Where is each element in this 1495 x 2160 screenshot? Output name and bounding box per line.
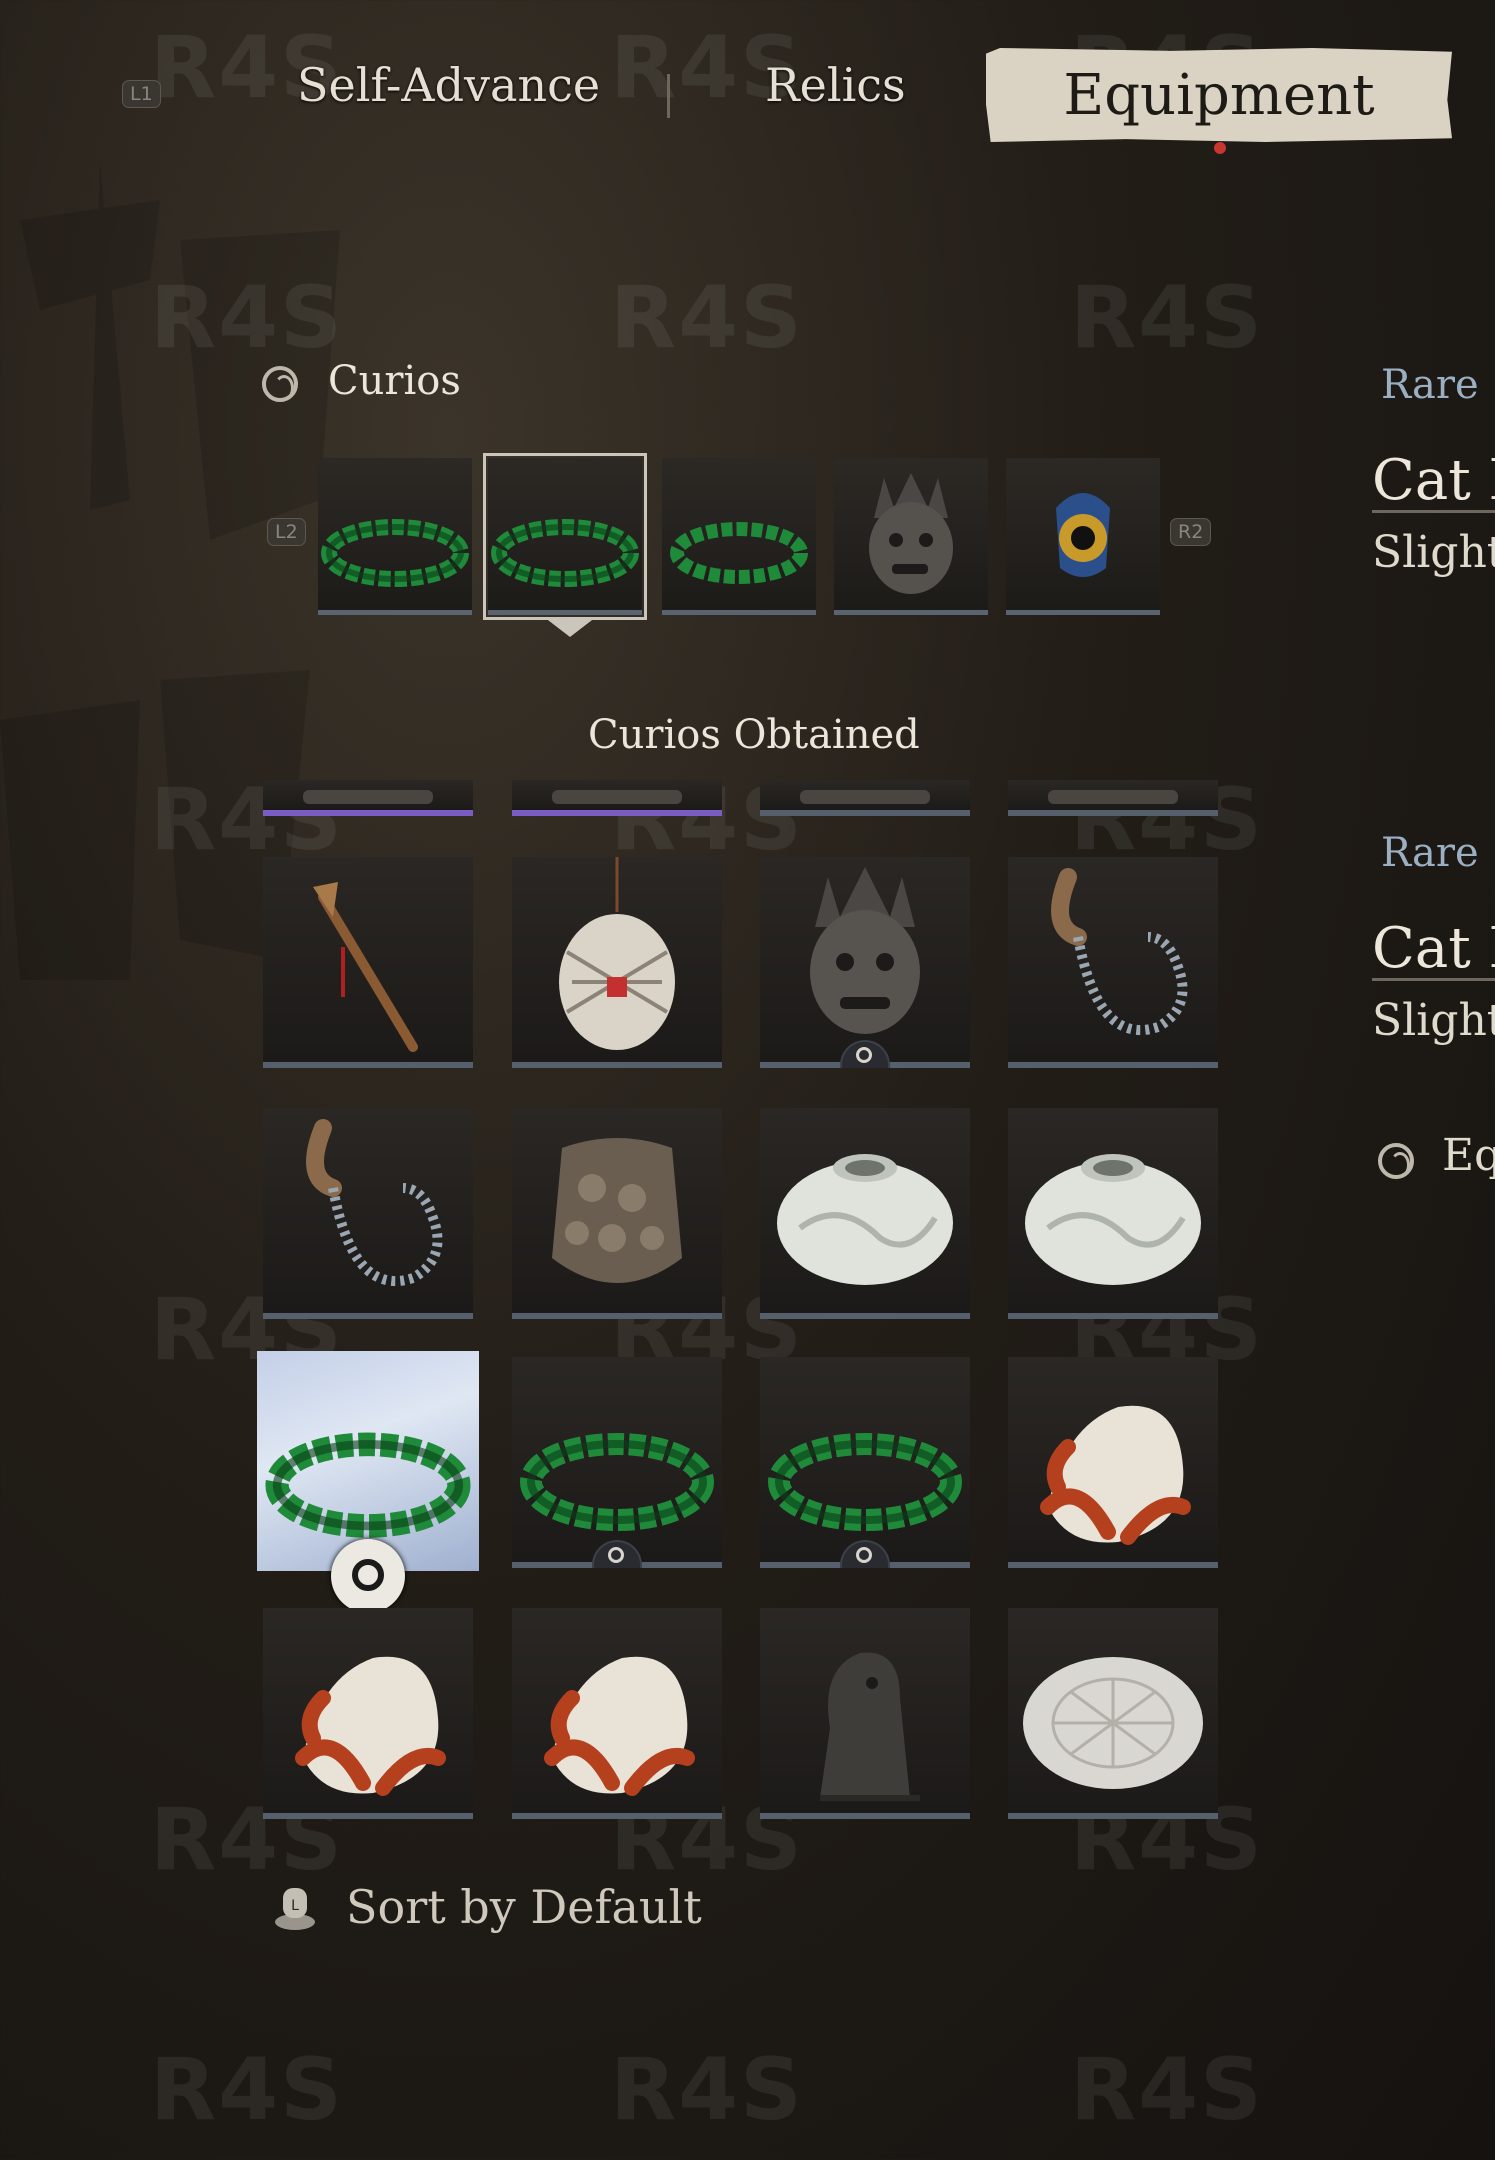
watermark: R4S bbox=[1070, 2040, 1264, 2140]
item-name: Cat E bbox=[1372, 916, 1495, 981]
equipped-slot-1[interactable] bbox=[318, 458, 472, 615]
sort-by-default-button[interactable]: Sort by Default bbox=[346, 1880, 702, 1934]
curio-cell[interactable] bbox=[760, 780, 970, 816]
item-description: Slightl bbox=[1372, 527, 1495, 578]
tab-self-advance[interactable]: Self-Advance bbox=[297, 58, 600, 112]
rarity-label: Rare bbox=[1381, 830, 1479, 876]
unknown-partial-icon bbox=[800, 790, 930, 804]
curio-cell[interactable] bbox=[512, 857, 722, 1068]
r2-button-hint: R2 bbox=[1170, 518, 1212, 546]
watermark: R4S bbox=[150, 268, 344, 368]
centipede-hook-icon bbox=[306, 1119, 443, 1287]
woven-lantern-icon bbox=[559, 857, 675, 1050]
curio-cell[interactable] bbox=[760, 1357, 970, 1568]
equipped-slot-3[interactable] bbox=[662, 458, 816, 615]
prayer-beads-icon bbox=[491, 519, 639, 587]
curio-cell[interactable] bbox=[1008, 1357, 1218, 1568]
watermark: R4S bbox=[1070, 268, 1264, 368]
item-name: Cat E bbox=[1372, 448, 1495, 513]
prayer-beads-icon bbox=[321, 519, 469, 587]
centipede-hook-icon bbox=[1051, 868, 1188, 1036]
item-description: Slightl bbox=[1372, 995, 1495, 1046]
curio-cell[interactable] bbox=[263, 857, 473, 1068]
demon-mask-icon bbox=[869, 473, 953, 594]
equipped-slot-4[interactable] bbox=[834, 458, 988, 615]
equipped-slot-5[interactable] bbox=[1006, 458, 1160, 615]
unknown-partial-icon bbox=[303, 790, 433, 804]
curio-cell[interactable] bbox=[512, 1608, 722, 1819]
tab-relics[interactable]: Relics bbox=[765, 58, 906, 112]
item-name-underline bbox=[1372, 978, 1495, 981]
curio-cell[interactable] bbox=[512, 1108, 722, 1319]
bronze-beast-icon bbox=[820, 1652, 920, 1801]
curio-cell[interactable] bbox=[512, 1357, 722, 1568]
coral-carving-icon bbox=[1040, 1405, 1191, 1545]
watermark: R4S bbox=[610, 2040, 804, 2140]
equip-label: Eq bbox=[1442, 1130, 1495, 1181]
active-tab-indicator bbox=[1214, 142, 1226, 154]
curio-cell[interactable] bbox=[1008, 780, 1218, 816]
svg-text:L: L bbox=[291, 1898, 299, 1914]
left-stick-icon: L bbox=[275, 1888, 315, 1930]
shell-necklace-icon bbox=[552, 1138, 682, 1283]
coral-carving-icon bbox=[295, 1656, 446, 1796]
watermark: R4S bbox=[150, 2040, 344, 2140]
curio-cell[interactable] bbox=[263, 1108, 473, 1319]
l2-button-hint: L2 bbox=[267, 518, 306, 546]
curios-obtained-title: Curios Obtained bbox=[588, 712, 920, 758]
back-scratcher-icon bbox=[313, 882, 418, 1052]
curio-icon bbox=[262, 366, 298, 402]
equipped-curio-icon bbox=[1378, 1143, 1414, 1179]
curio-cell[interactable] bbox=[1008, 857, 1218, 1068]
curio-cell[interactable] bbox=[263, 1608, 473, 1819]
demon-mask-icon bbox=[810, 867, 920, 1034]
tab-equipment[interactable]: Equipment bbox=[986, 48, 1452, 142]
prayer-beads-icon bbox=[670, 522, 808, 584]
prayer-beads-icon bbox=[520, 1433, 714, 1531]
tab-equipment-label: Equipment bbox=[1063, 62, 1375, 128]
curio-cell[interactable] bbox=[760, 857, 970, 1068]
item-name-underline bbox=[1372, 510, 1495, 513]
prayer-beads-icon bbox=[768, 1433, 962, 1531]
curio-cell[interactable] bbox=[257, 1351, 479, 1613]
coral-carving-icon bbox=[544, 1656, 695, 1796]
carved-stone-disc-icon bbox=[1023, 1657, 1203, 1789]
selection-pointer bbox=[544, 617, 596, 637]
tab-separator bbox=[667, 74, 670, 118]
curio-cell[interactable] bbox=[760, 1608, 970, 1819]
unknown-partial-icon bbox=[552, 790, 682, 804]
equipped-slot-2[interactable] bbox=[483, 453, 647, 620]
curio-cell[interactable] bbox=[1008, 1608, 1218, 1819]
equipped-badge-icon bbox=[331, 1539, 405, 1613]
rarity-label: Rare bbox=[1381, 362, 1479, 408]
unknown-partial-icon bbox=[1048, 790, 1178, 804]
porcelain-jar-icon bbox=[1025, 1154, 1201, 1285]
l1-button-hint: L1 bbox=[122, 80, 161, 108]
curio-cell[interactable] bbox=[1008, 1108, 1218, 1319]
cat-eye-bead-icon bbox=[1056, 493, 1110, 577]
watermark: R4S bbox=[610, 268, 804, 368]
curio-cell[interactable] bbox=[512, 780, 722, 816]
curio-cell[interactable] bbox=[263, 780, 473, 816]
curios-title: Curios bbox=[328, 358, 461, 404]
curio-cell[interactable] bbox=[760, 1108, 970, 1319]
porcelain-jar-icon bbox=[777, 1154, 953, 1285]
prayer-beads-icon bbox=[265, 1432, 471, 1538]
